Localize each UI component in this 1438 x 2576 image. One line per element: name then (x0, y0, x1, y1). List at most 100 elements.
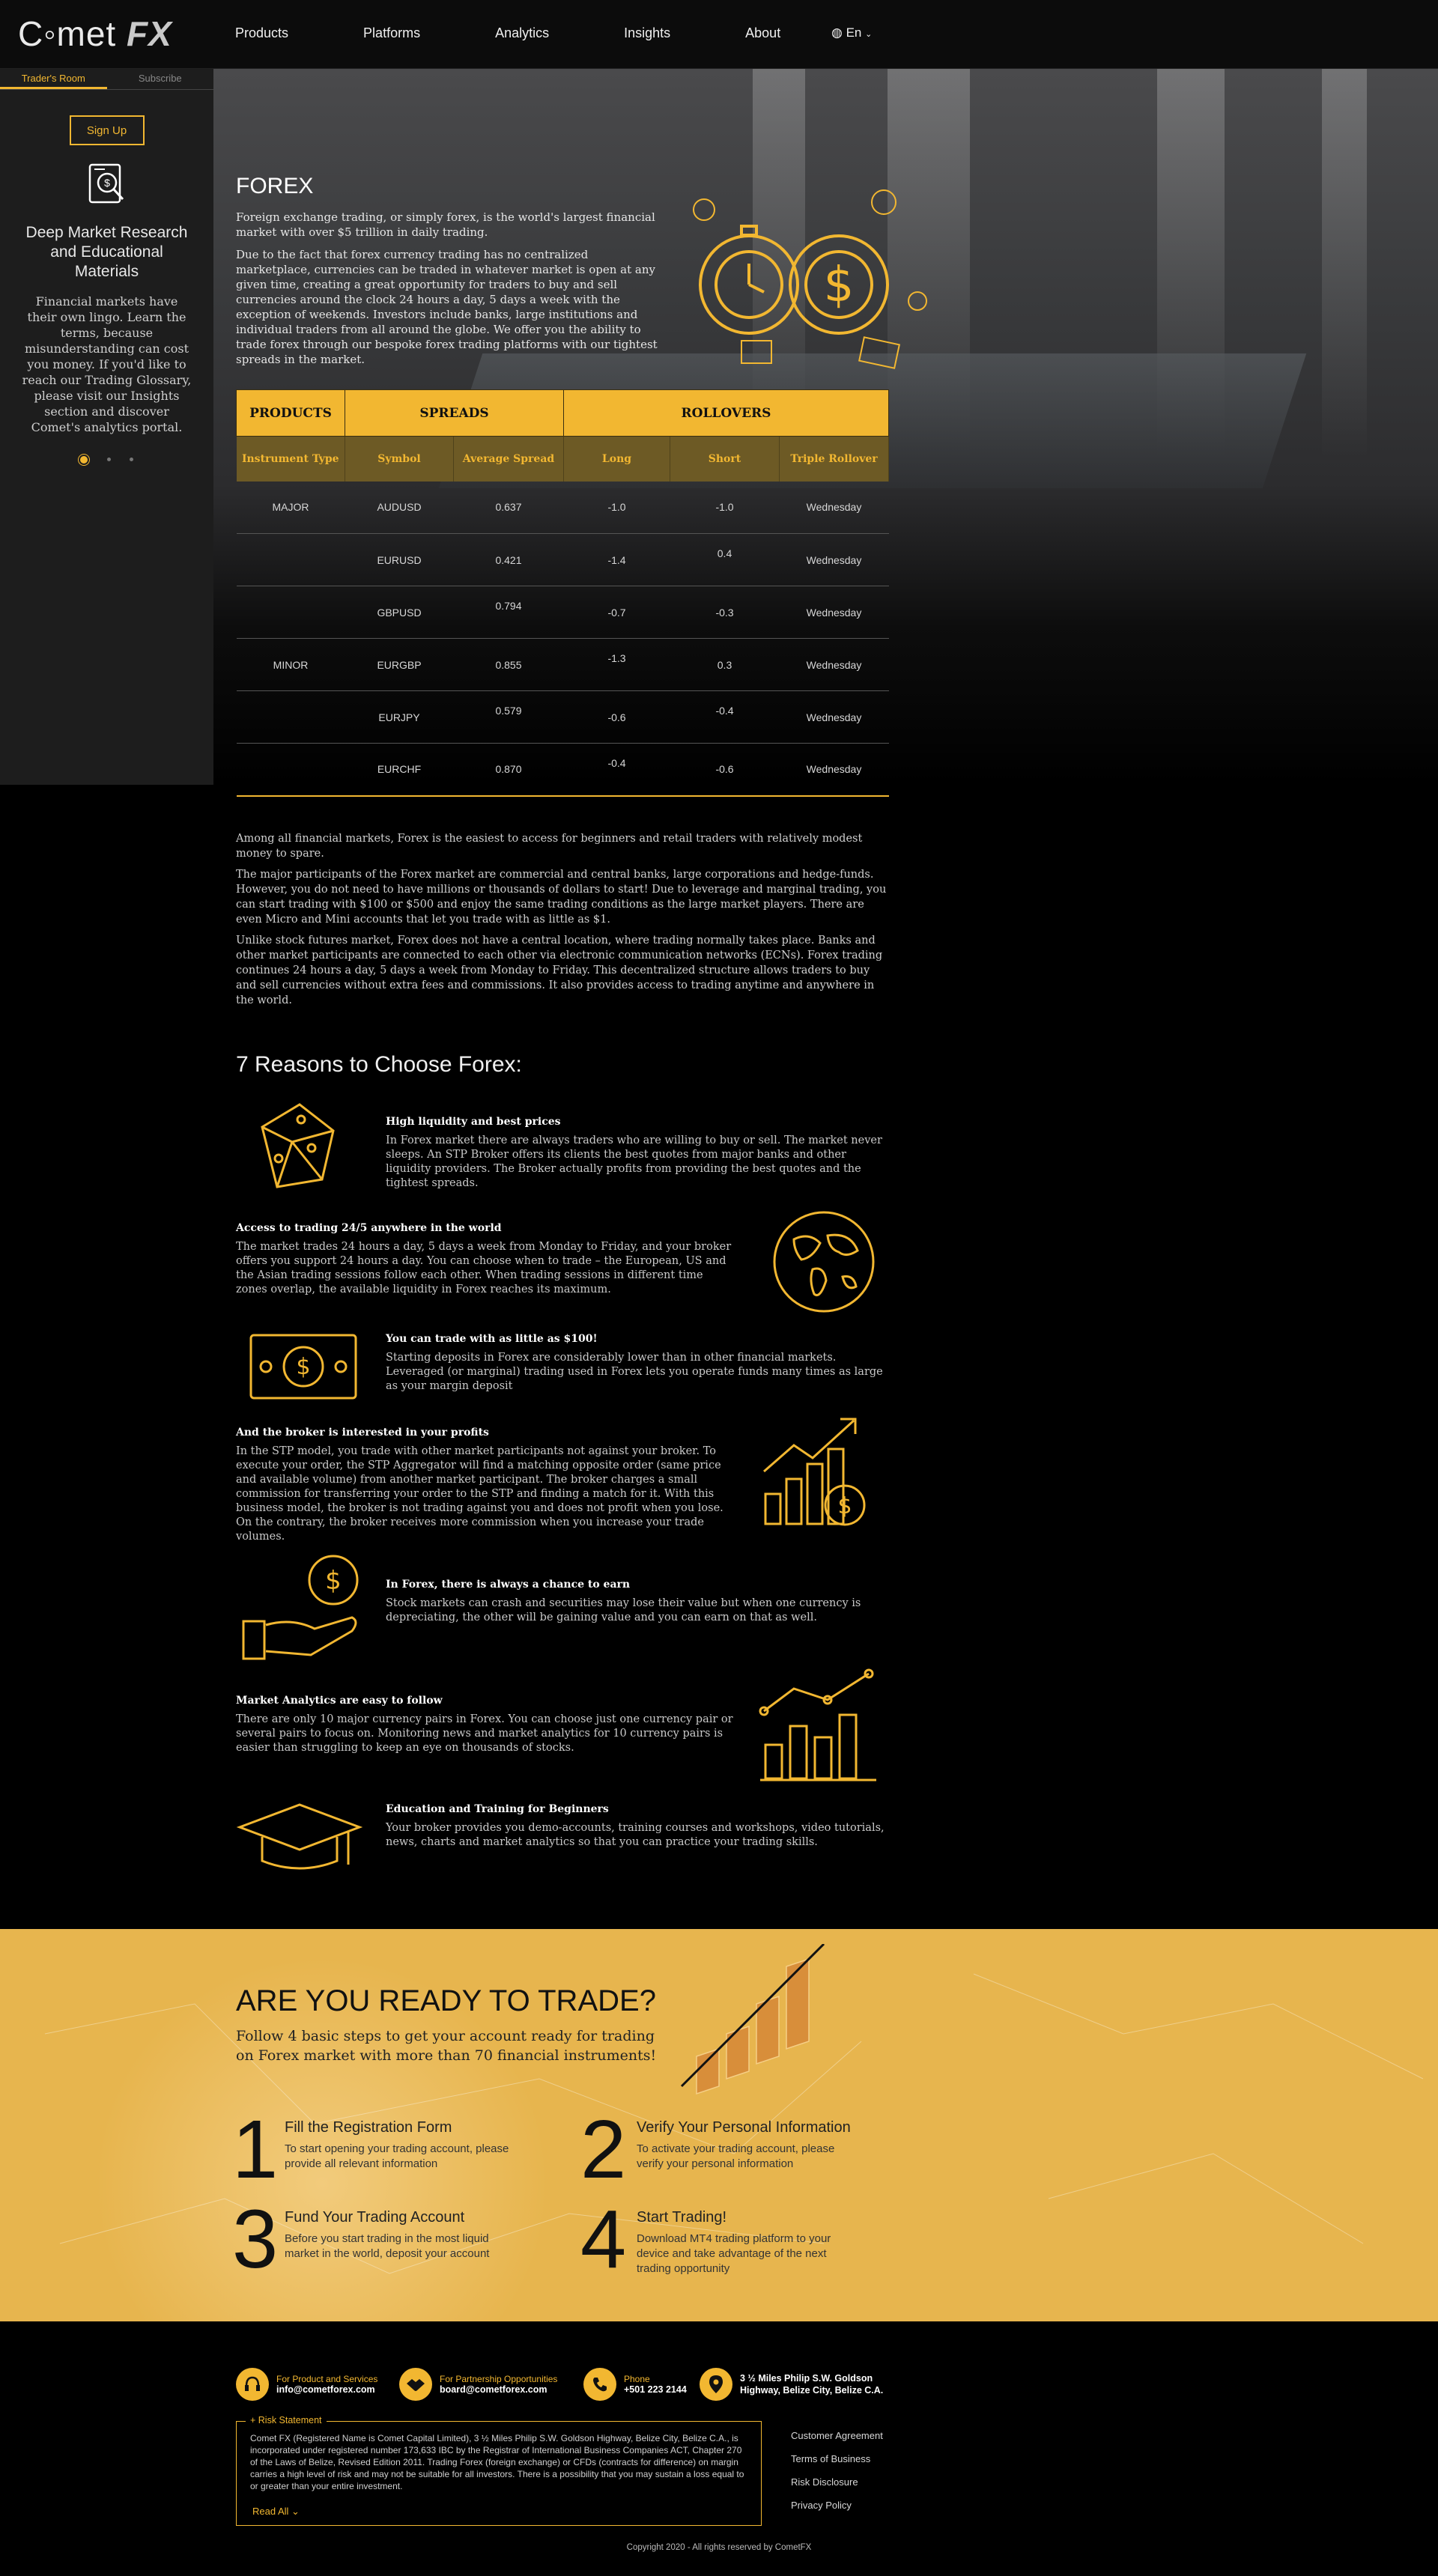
risk-statement-box: Comet FX (Registered Name is Comet Capit… (236, 2421, 762, 2526)
reason-item: Market Analytics are easy to follow Ther… (236, 1695, 734, 1755)
tab-subscribe[interactable]: Subscribe (107, 69, 214, 89)
cell-long: -1.4 (563, 533, 670, 586)
reason-text: Stock markets can crash and securities m… (386, 1597, 861, 1623)
table-row: MAJOR AUDUSD 0.637 -1.0 -1.0 Wednesday (236, 481, 889, 534)
research-document-icon: $ (88, 163, 124, 204)
bar-chart-3d-icon (680, 1944, 825, 2095)
group-rollovers: ROLLOVERS (563, 389, 889, 437)
carousel-dot-3[interactable] (129, 458, 133, 461)
link-customer-agreement[interactable]: Customer Agreement (791, 2430, 883, 2441)
nav-analytics[interactable]: Analytics (495, 25, 549, 41)
cell-short: 0.4 (670, 533, 780, 586)
contact-value[interactable]: +501 223 2144 (624, 2384, 687, 2395)
sidebar-text: Financial markets have their own lingo. … (22, 294, 192, 434)
page-title: FOREX (236, 174, 314, 198)
reason-text: In the STP model, you trade with other m… (236, 1445, 723, 1543)
intro-paragraph: Among all financial markets, Forex is th… (236, 833, 863, 860)
ready-subtitle: Follow 4 basic steps to get your account… (236, 2028, 657, 2064)
cell-type (236, 586, 345, 639)
location-icon (700, 2368, 732, 2401)
link-terms-of-business[interactable]: Terms of Business (791, 2453, 883, 2464)
reason-item: In Forex, there is always a chance to ea… (386, 1579, 888, 1625)
cell-symbol: AUDUSD (345, 481, 454, 534)
reason-item: High liquidity and best prices In Forex … (386, 1116, 888, 1191)
reason-text: Starting deposits in Forex are considera… (386, 1352, 883, 1392)
ready-title: ARE YOU READY TO TRADE? (236, 1984, 656, 2017)
step-number: 1 (232, 2103, 279, 2196)
link-privacy-policy[interactable]: Privacy Policy (791, 2500, 883, 2511)
contact-address: 3 ½ Miles Philip S.W. Goldson Highway, B… (700, 2368, 897, 2401)
risk-text: Comet FX (Registered Name is Comet Capit… (250, 2433, 744, 2491)
logo[interactable]: C◦met FX (18, 13, 172, 54)
handshake-icon (399, 2368, 432, 2401)
svg-text:$: $ (824, 258, 855, 313)
forex-intro-text: Among all financial markets, Forex is th… (236, 831, 888, 1014)
sign-up-button[interactable]: Sign Up (69, 115, 145, 145)
footer-links: Customer Agreement Terms of Business Ris… (791, 2430, 883, 2523)
svg-text:$: $ (837, 1493, 852, 1519)
cell-spread: 0.421 (453, 533, 564, 586)
nav-products[interactable]: Products (235, 25, 288, 41)
carousel-dot-1[interactable] (80, 455, 88, 464)
cell-symbol: EURUSD (345, 533, 454, 586)
forex-intro: Foreign exchange trading, or simply fore… (236, 210, 655, 239)
globe-icon: ◍ (831, 25, 843, 40)
tab-traders-room[interactable]: Trader's Room (0, 69, 107, 89)
cell-short: -1.0 (670, 481, 780, 534)
nav-insights[interactable]: Insights (624, 25, 670, 41)
col-triple-rollover: Triple Rollover (779, 436, 889, 482)
cell-rollover: Wednesday (779, 638, 889, 691)
cell-type: MAJOR (236, 481, 345, 534)
cell-rollover: Wednesday (779, 690, 889, 744)
sidebar-title: Deep Market Research and Educational Mat… (25, 224, 188, 280)
cell-long: -1.0 (563, 481, 670, 534)
reason-text: There are only 10 major currency pairs i… (236, 1713, 733, 1754)
cell-type (236, 533, 345, 586)
col-instrument-type: Instrument Type (236, 436, 345, 482)
nav-about[interactable]: About (745, 25, 780, 41)
cell-short: -0.3 (670, 586, 780, 639)
col-long: Long (563, 436, 670, 482)
contact-value[interactable]: board@cometforex.com (440, 2384, 557, 2395)
table-row: EURCHF 0.870 -0.4 -0.6 Wednesday (236, 743, 889, 797)
cell-symbol: EURGBP (345, 638, 454, 691)
sidebar-tabs: Trader's Room Subscribe (0, 69, 213, 90)
graduation-cap-icon (236, 1803, 363, 1870)
group-products: PRODUCTS (236, 389, 345, 437)
contact-value[interactable]: info@cometforex.com (276, 2384, 377, 2395)
language-label: En (846, 25, 862, 40)
cell-rollover: Wednesday (779, 533, 889, 586)
reason-text: The market trades 24 hours a day, 5 days… (236, 1241, 732, 1295)
ready-to-trade-section: ARE YOU READY TO TRADE? Follow 4 basic s… (0, 1929, 1438, 2321)
cell-long: -0.7 (563, 586, 670, 639)
reason-item: And the broker is interested in your pro… (236, 1427, 734, 1544)
link-risk-disclosure[interactable]: Risk Disclosure (791, 2476, 883, 2488)
step-title: Verify Your Personal Information (637, 2119, 851, 2136)
carousel-dot-2[interactable] (106, 458, 111, 461)
risk-statement-label[interactable]: + Risk Statement (246, 2415, 327, 2425)
contact-products: For Product and Services info@cometforex… (236, 2368, 377, 2401)
main-nav: Products Platforms Analytics Insights Ab… (235, 25, 855, 41)
step-text: To activate your trading account, please… (637, 2142, 835, 2170)
cell-short: -0.4 (670, 690, 780, 744)
nav-platforms[interactable]: Platforms (363, 25, 420, 41)
cell-type (236, 743, 345, 797)
reason-item: Education and Training for Beginners You… (386, 1803, 888, 1850)
copyright: Copyright 2020 - All rights reserved by … (626, 2543, 812, 2552)
table-row: GBPUSD 0.794 -0.7 -0.3 Wednesday (236, 586, 889, 639)
read-all-link[interactable]: Read All ⌄ (252, 2506, 300, 2518)
carousel-dots (0, 452, 213, 466)
cell-spread: 0.870 (453, 743, 564, 797)
col-average-spread: Average Spread (453, 436, 564, 482)
contact-label: For Product and Services (276, 2374, 378, 2384)
logo-fx: FX (127, 14, 172, 53)
cell-long: -0.6 (563, 690, 670, 744)
analytics-chart-icon (759, 1668, 876, 1781)
dice-icon (261, 1103, 335, 1188)
svg-text:$: $ (325, 1566, 342, 1596)
reasons-title: 7 Reasons to Choose Forex: (236, 1052, 522, 1077)
table-row: MINOR EURGBP 0.855 -1.3 0.3 Wednesday (236, 638, 889, 691)
cell-long: -1.3 (563, 638, 670, 691)
language-selector[interactable]: ◍ En ⌄ (831, 25, 872, 40)
cell-symbol: GBPUSD (345, 586, 454, 639)
